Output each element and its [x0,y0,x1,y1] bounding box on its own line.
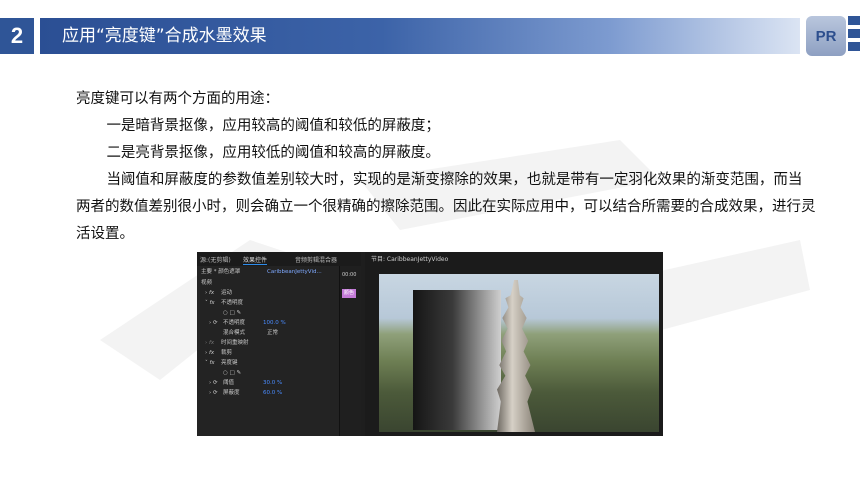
body-text: 亮度键可以有两个方面的用途： 一是暗背景抠像，应用较高的阈值和较低的屏蔽度； 二… [76,86,816,248]
pagoda-image [497,280,535,432]
param-row[interactable]: 混合模式正常↺ [197,329,361,338]
body-line-4: 当阈值和屏蔽度的参数值差别较大时，实现的是渐变擦除的效果，也就是带有一定羽化效果… [76,172,816,242]
effect-row[interactable]: ˅ fx不透明度↺ [197,299,361,308]
tab-effect-controls[interactable]: 效果控件 [243,255,268,265]
tab-audio-mixer[interactable]: 音频剪辑混合器 [295,255,337,264]
effect-row: 视频 [201,280,213,286]
body-line-3: 二是亮背景抠像，应用较低的阈值和较高的屏蔽度。 [106,145,440,161]
effect-row[interactable]: ˅ fx亮度键↺ [197,359,361,368]
premiere-logo: PR [806,16,846,56]
page-title: 应用“亮度键”合成水墨效果 [62,26,267,46]
clip-row: 主要 * 颜色遮罩 CaribbeanJettyVid... [197,268,361,277]
body-line-1: 亮度键可以有两个方面的用途： [76,91,279,107]
mask-tools-icon: ○ □ ✎ [223,310,242,316]
mask-tools-icon: ○ □ ✎ [223,370,242,376]
corner-stripes [848,16,860,56]
effect-row[interactable]: › fx裁剪↺ [197,349,361,358]
tab-source[interactable]: 源:(无剪辑) [200,255,231,264]
effect-controls-panel: 源:(无剪辑) 效果控件 音频剪辑混合器 主要 * 颜色遮罩 Caribbean… [197,252,361,436]
param-row[interactable]: › ⟳阈值30.0 %↺ [197,379,361,388]
program-monitor-title[interactable]: 节目: CaribbeanJettyVideo [371,254,448,263]
effect-row[interactable]: › fx运动↺ [197,289,361,298]
param-row[interactable]: › ⟳不透明度100.0 %↺ [197,319,361,328]
program-video-frame [379,274,659,432]
param-row[interactable]: › ⟳屏蔽度60.0 %↺ [197,389,361,398]
mask-tools-row: ○ □ ✎ [197,309,361,318]
luma-key-gradient [413,290,501,430]
timecode: 00:00 [342,272,357,278]
clip-label-tag: 颜色 [342,289,356,298]
clip-name[interactable]: CaribbeanJettyVid... [267,268,322,277]
program-monitor: 节目: CaribbeanJettyVideo [365,252,663,436]
mask-tools-row: ○ □ ✎ [197,369,361,378]
body-line-2: 一是暗背景抠像，应用较高的阈值和较低的屏蔽度； [106,118,440,134]
section-number: 2 [0,18,34,54]
panel-tabs: 源:(无剪辑) 效果控件 音频剪辑混合器 [197,252,361,266]
clip-path: 主要 * 颜色遮罩 [201,269,241,275]
premiere-screenshot: 源:(无剪辑) 效果控件 音频剪辑混合器 主要 * 颜色遮罩 Caribbean… [197,252,663,436]
effect-row[interactable]: › fx 时间重映射 [197,339,361,348]
